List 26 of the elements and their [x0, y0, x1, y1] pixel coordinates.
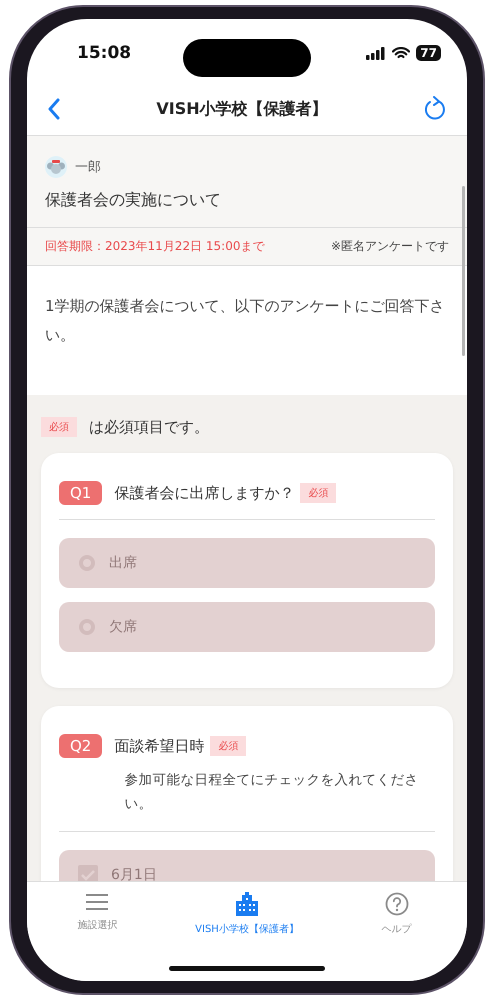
battery-level: 77 [416, 45, 441, 61]
question-text: 面談希望日時 [114, 736, 204, 756]
signal-icon [366, 46, 386, 60]
anonymous-note: ※匿名アンケートです [330, 238, 449, 255]
sender-name: 一郎 [75, 159, 101, 176]
tab-item[interactable]: 施設選択 [35, 888, 160, 936]
status-time: 15:08 [77, 43, 132, 63]
question-note: 参加可能な日程全てにチェックを入れてください。 [124, 771, 420, 814]
avatar-icon [45, 156, 67, 178]
survey-title: 保護者会の実施について [45, 190, 222, 211]
question-number: Q2 [59, 734, 102, 758]
deadline-text: 回答期限：2023年11月22日 15:00まで [45, 238, 264, 255]
question-number: Q1 [59, 481, 102, 505]
building-icon [236, 892, 258, 916]
question-text: 保護者会に出席しますか？ [114, 484, 294, 502]
tab-item[interactable]: VISH小学校【保護者】 [160, 888, 334, 940]
legend-text: は必須項目です。 [89, 418, 209, 436]
required-tag: 必須 [41, 417, 77, 437]
description-text: 1学期の保護者会について、以下のアンケートにご回答下さい。 [44, 296, 445, 346]
wifi-icon [392, 46, 410, 60]
help-icon [384, 892, 409, 916]
tab-item[interactable]: ヘルプ [334, 888, 459, 940]
required-tag: 必須 [300, 483, 336, 503]
menu-icon [85, 892, 110, 912]
nav-title: VISH小学校【保護者】 [156, 98, 328, 120]
required-tag: 必須 [210, 736, 246, 756]
